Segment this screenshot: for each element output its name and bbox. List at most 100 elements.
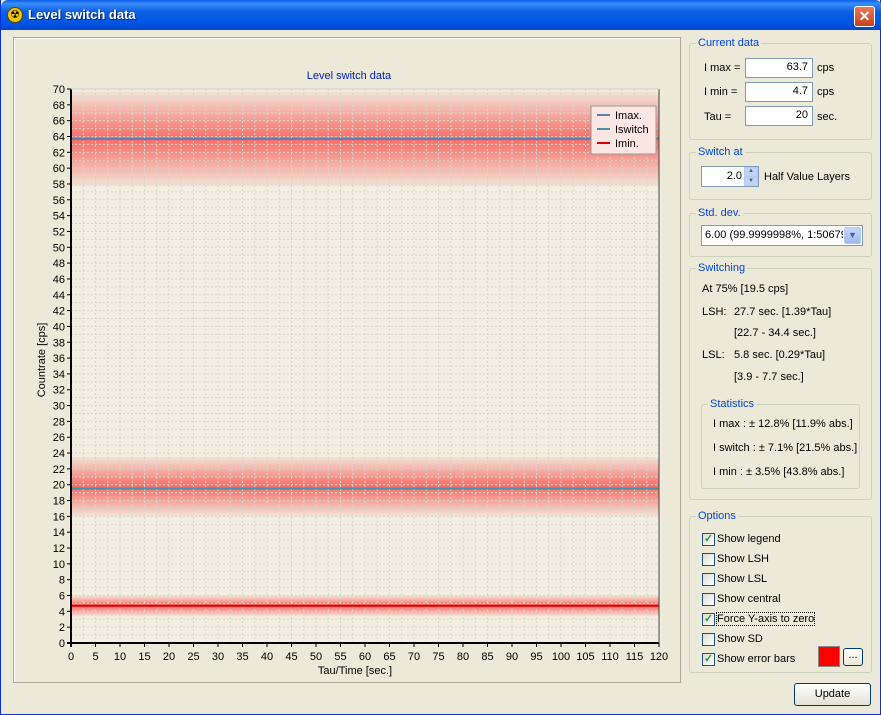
x-tick-label: 30 [212,651,224,663]
y-tick-label: 68 [53,100,65,112]
imax-unit: cps [817,62,835,74]
switch-at-legend: Switch at [696,146,745,158]
radiation-icon: ☢ [7,7,23,23]
y-tick-label: 8 [59,575,65,587]
title-bar[interactable]: ☢ Level switch data ✕ [1,0,881,30]
y-tick-label: 36 [53,353,65,365]
chart-panel: 0 2 4 6 8 10 12 14 16 18 20 22 24 26 28 30 32 34 36 38 40 42 4… [13,37,681,683]
x-tick-label: 110 [601,651,619,663]
x-tick-label: 70 [408,651,420,663]
y-tick-label: 18 [53,496,65,508]
x-tick-label: 120 [650,651,668,663]
option-label: Show LSL [717,573,768,585]
imin-label: I min = [704,86,738,98]
stat-imax: I max : ± 12.8% [11.9% abs.] [713,418,853,430]
y-tick-label: 44 [53,290,65,302]
lsl-range: [3.9 - 7.7 sec.] [734,371,804,383]
x-tick-label: 85 [481,651,493,663]
x-tick-label: 20 [163,651,175,663]
checkbox-checked-icon[interactable]: ✓ [702,533,715,546]
x-tick-label: 45 [285,651,297,663]
y-tick-label: 60 [53,163,65,175]
x-tick-label: 65 [383,651,395,663]
x-tick-label: 105 [576,651,594,663]
y-tick-label: 62 [53,147,65,159]
half-value-layers-spinner[interactable]: 2.0 ▲ ▼ [701,166,759,187]
x-tick-label: 75 [432,651,444,663]
option-label: Show central [717,593,781,605]
std-dev-legend: Std. dev. [696,207,743,219]
checkbox-checked-icon[interactable]: ✓ [702,613,715,626]
update-button[interactable]: Update [794,683,871,706]
chevron-down-icon[interactable]: ▼ [844,227,861,244]
options-legend: Options [696,510,738,522]
checkbox-unchecked-icon[interactable] [702,633,715,646]
imin-unit: cps [817,86,835,98]
y-tick-label: 16 [53,511,65,523]
std-dev-select[interactable]: 6.00 (99.9999998%, 1:506797345) ▼ [701,225,863,246]
option-label: Show legend [717,533,781,545]
checkbox-unchecked-icon[interactable] [702,573,715,586]
stat-iswitch: I switch : ± 7.1% [21.5% abs.] [713,442,858,454]
window-title: Level switch data [28,7,136,22]
half-value-layers-value: 2.0 [726,170,742,182]
x-axis-label: Tau/Time [sec.] [318,665,392,677]
option-label: Force Y-axis to zero [715,612,816,626]
y-tick-label: 48 [53,258,65,270]
legend-entry: Imin. [615,138,639,150]
y-tick-label: 70 [53,84,65,96]
spin-up-icon[interactable]: ▲ [744,167,758,177]
y-tick-label: 38 [53,337,65,349]
y-tick-label: 52 [53,226,65,238]
switch-at-percent: At 75% [19.5 cps] [702,283,789,295]
close-button[interactable]: ✕ [854,6,875,27]
x-tick-label: 5 [92,651,98,663]
current-data-legend: Current data [696,37,762,49]
legend-entry: Iswitch [615,124,649,136]
imin-input[interactable]: 4.7 [745,82,813,102]
y-tick-label: 10 [53,559,65,571]
x-tick-label: 55 [334,651,346,663]
checkbox-unchecked-icon[interactable] [702,553,715,566]
std-dev-selected: 6.00 (99.9999998%, 1:506797345) [705,229,843,241]
switching-legend: Switching [696,262,748,274]
x-tick-label: 15 [138,651,150,663]
y-tick-label: 0 [59,638,65,650]
y-tick-label: 56 [53,195,65,207]
y-tick-label: 64 [53,131,65,143]
imax-label: I max = [704,62,741,74]
x-tick-label: 50 [310,651,322,663]
tau-input[interactable]: 20 [745,106,813,126]
y-tick-label: 46 [53,274,65,286]
x-tick-label: 25 [187,651,199,663]
y-tick-label: 22 [53,464,65,476]
x-tick-label: 35 [236,651,248,663]
statistics-legend: Statistics [708,398,757,410]
y-tick-label: 32 [53,385,65,397]
chart-title: Level switch data [307,70,392,82]
y-tick-label: 66 [53,116,65,128]
lsh-range: [22.7 - 34.4 sec.] [734,327,816,339]
x-tick-label: 10 [114,651,126,663]
x-tick-label: 80 [457,651,469,663]
level-switch-window: ☢ Level switch data ✕ 0 2 4 6 8 10 12 14 16 18 20 2… [0,0,881,715]
x-tick-label: 0 [68,651,74,663]
spin-down-icon[interactable]: ▼ [744,176,758,186]
x-tick-label: 60 [359,651,371,663]
x-tick-label: 100 [552,651,570,663]
y-tick-label: 28 [53,416,65,428]
checkbox-unchecked-icon[interactable] [702,593,715,606]
lsl-label: LSL: [702,349,725,361]
stat-imin: I min : ± 3.5% [43.8% abs.] [713,466,845,478]
x-tick-label: 115 [626,651,644,663]
option-label: Show error bars [717,653,796,665]
error-bar-color-swatch[interactable] [818,646,840,667]
y-tick-label: 4 [59,606,65,618]
half-value-layers-label: Half Value Layers [764,171,851,183]
x-tick-label: 40 [261,651,273,663]
imax-input[interactable]: 63.7 [745,58,813,78]
checkbox-checked-icon[interactable]: ✓ [702,653,715,666]
y-tick-label: 54 [53,211,65,223]
choose-color-button[interactable]: ... [843,648,863,666]
y-tick-label: 26 [53,432,65,444]
